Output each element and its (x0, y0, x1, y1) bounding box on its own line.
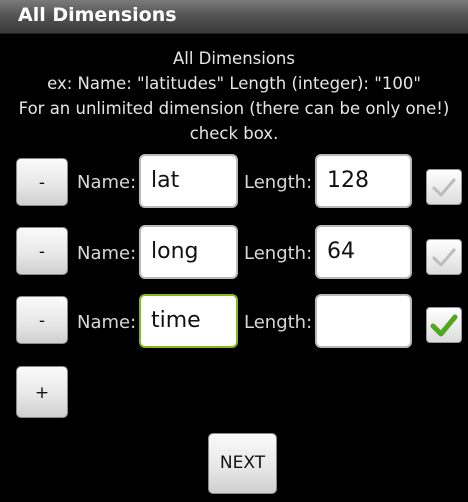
unlimited-note-2: check box. (189, 124, 279, 143)
check-icon (430, 314, 458, 337)
check-icon (432, 178, 456, 197)
unlimited-checkbox[interactable] (426, 169, 462, 205)
name-input[interactable]: lat (139, 154, 238, 208)
name-input[interactable]: time (139, 294, 238, 348)
name-label: Name: (77, 312, 137, 333)
length-label: Length: (244, 312, 313, 333)
length-input[interactable]: 64 (315, 225, 412, 279)
title-bar: All Dimensions (0, 0, 468, 34)
length-label: Length: (244, 172, 313, 193)
example-text: ex: Name: "latitudes" Length (integer): … (47, 74, 421, 93)
page-heading: All Dimensions (172, 49, 295, 68)
remove-dimension-button[interactable]: - (16, 227, 68, 275)
length-label: Length: (244, 243, 313, 264)
add-dimension-button[interactable]: + (16, 366, 68, 418)
unlimited-note: For an unlimited dimension (there can be… (18, 99, 450, 118)
app-title: All Dimensions (18, 4, 177, 26)
name-label: Name: (77, 243, 137, 264)
check-icon (432, 248, 456, 267)
name-label: Name: (77, 172, 137, 193)
remove-dimension-button[interactable]: - (16, 158, 68, 206)
unlimited-checkbox[interactable] (426, 307, 462, 343)
next-button[interactable]: NEXT (208, 433, 277, 494)
name-input[interactable]: long (139, 225, 238, 279)
length-input[interactable]: 128 (315, 154, 412, 208)
remove-dimension-button[interactable]: - (16, 296, 68, 344)
unlimited-checkbox[interactable] (426, 239, 462, 275)
length-input[interactable] (315, 294, 412, 348)
